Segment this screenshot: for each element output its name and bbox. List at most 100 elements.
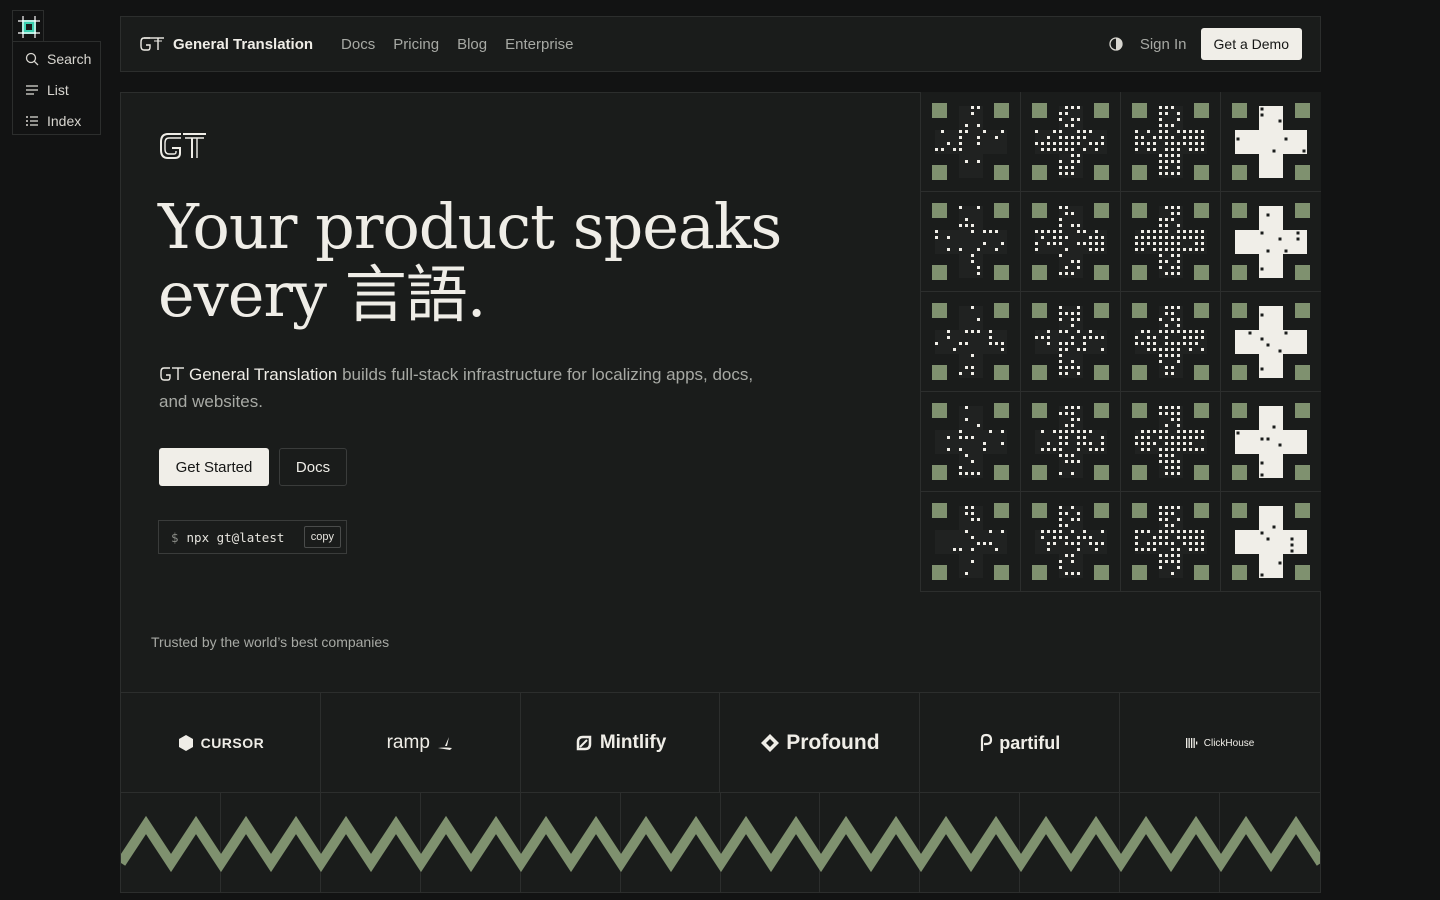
logo-profound-text: Profound	[786, 731, 880, 754]
docs-button[interactable]: Docs	[279, 448, 347, 486]
toolbar-search[interactable]: Search	[13, 43, 100, 74]
dither-cross	[1135, 406, 1207, 478]
hero-section: Your product speaks every 言語. General Tr…	[120, 92, 1321, 593]
pattern-cell	[921, 192, 1021, 292]
pattern-cell	[1021, 92, 1121, 192]
pattern-cell	[1121, 392, 1221, 492]
cursor-logo-icon	[178, 735, 193, 751]
toolbar-list-label: List	[47, 81, 69, 98]
dither-cross	[1035, 406, 1107, 478]
dither-cross	[1235, 406, 1307, 478]
pattern-cell	[1121, 492, 1221, 592]
dither-cross	[1135, 306, 1207, 378]
nav-links: Docs Pricing Blog Enterprise	[341, 36, 573, 53]
logo-profound: Profound	[720, 693, 921, 793]
toolbar-index-label: Index	[47, 112, 82, 129]
pattern-cell	[1021, 192, 1121, 292]
hero-title-line1: Your product speaks	[158, 190, 782, 263]
gt-inline-logo-icon	[160, 367, 184, 381]
pattern-cell	[1021, 392, 1121, 492]
dither-cross	[1235, 206, 1307, 278]
pattern-cell	[921, 492, 1021, 592]
toolbar-list[interactable]: List	[13, 74, 100, 105]
list-icon	[26, 84, 38, 95]
side-toolbar: Search List Index	[12, 41, 101, 135]
nav-link-enterprise[interactable]: Enterprise	[505, 36, 573, 53]
hero-description: General Translation builds full-stack in…	[159, 361, 759, 415]
nav-link-docs[interactable]: Docs	[341, 36, 375, 53]
dither-cross	[1135, 506, 1207, 578]
dither-cross	[1035, 306, 1107, 378]
get-started-button[interactable]: Get Started	[159, 448, 269, 486]
logo-cursor-text: CURSOR	[200, 735, 265, 751]
company-logos: CURSOR ramp Mintlify Profound partiful C…	[120, 692, 1321, 793]
dither-cross	[1235, 506, 1307, 578]
brand-link[interactable]: General Translation	[139, 35, 313, 53]
pattern-cell	[1021, 492, 1121, 592]
zigzag-line	[121, 815, 1320, 873]
pattern-cell	[921, 292, 1021, 392]
dither-cross	[935, 406, 1007, 478]
profound-logo-icon	[761, 734, 780, 752]
pattern-cell	[1121, 192, 1221, 292]
dither-cross	[935, 106, 1007, 178]
dither-cross	[935, 506, 1007, 578]
pattern-cell	[1221, 292, 1321, 392]
contrast-icon	[1109, 37, 1123, 51]
dither-cross	[1035, 206, 1107, 278]
logo-partiful-text: partiful	[999, 732, 1061, 753]
dither-cross	[1035, 506, 1107, 578]
gt-logo-icon	[140, 37, 164, 51]
logo-mintlify-text: Mintlify	[599, 732, 667, 753]
logo-partiful: partiful	[920, 693, 1121, 793]
hero-title-line2: every 言語.	[158, 258, 486, 331]
top-nav: General Translation Docs Pricing Blog En…	[120, 16, 1321, 72]
cross-pattern-grid	[920, 92, 1321, 593]
sign-in-link[interactable]: Sign In	[1140, 36, 1187, 53]
theme-toggle-button[interactable]	[1106, 34, 1126, 54]
hero-title: Your product speaks every 言語.	[158, 193, 858, 329]
zigzag-decoration	[120, 792, 1321, 893]
search-icon	[25, 52, 39, 65]
toolbar-index[interactable]: Index	[13, 105, 100, 136]
logo-ramp: ramp	[321, 693, 521, 793]
index-icon	[26, 115, 38, 126]
install-command: $ npx gt@latest copy	[158, 520, 347, 554]
pattern-cell	[1221, 392, 1321, 492]
logo-cursor: CURSOR	[121, 693, 321, 793]
logo-ramp-text: ramp	[386, 732, 430, 753]
pattern-cell	[921, 92, 1021, 192]
nav-link-pricing[interactable]: Pricing	[393, 36, 439, 53]
mintlify-logo-icon	[576, 735, 592, 751]
dither-cross	[935, 306, 1007, 378]
clickhouse-logo-icon	[1185, 738, 1198, 748]
app-logo-icon[interactable]	[12, 10, 44, 42]
toolbar-search-label: Search	[47, 50, 92, 67]
pattern-cell	[1021, 292, 1121, 392]
gt-hero-logo-icon	[160, 133, 206, 159]
get-demo-button[interactable]: Get a Demo	[1200, 28, 1302, 60]
nav-link-blog[interactable]: Blog	[457, 36, 487, 53]
dither-cross	[1235, 306, 1307, 378]
dither-cross	[1035, 106, 1107, 178]
pattern-cell	[1121, 292, 1221, 392]
command-prompt: $	[171, 529, 179, 545]
pattern-cell	[1221, 492, 1321, 592]
pattern-cell	[1221, 92, 1321, 192]
dither-cross	[1235, 106, 1307, 178]
pattern-cell	[1121, 92, 1221, 192]
pattern-cell	[921, 392, 1021, 492]
dither-cross	[1135, 206, 1207, 278]
pattern-cell	[1221, 192, 1321, 292]
logo-mintlify: Mintlify	[521, 693, 721, 793]
copy-command-button[interactable]: copy	[303, 526, 341, 548]
command-text: npx gt@latest	[186, 529, 285, 545]
nav-actions: Sign In Get a Demo	[1106, 28, 1302, 60]
trusted-label: Trusted by the world’s best companies	[151, 634, 390, 650]
dither-cross	[935, 206, 1007, 278]
logo-clickhouse: ClickHouse	[1120, 693, 1320, 793]
brand-name: General Translation	[173, 35, 314, 53]
dither-cross	[1135, 106, 1207, 178]
hero-description-brand: General Translation	[189, 365, 338, 384]
ramp-logo-icon	[437, 737, 452, 750]
